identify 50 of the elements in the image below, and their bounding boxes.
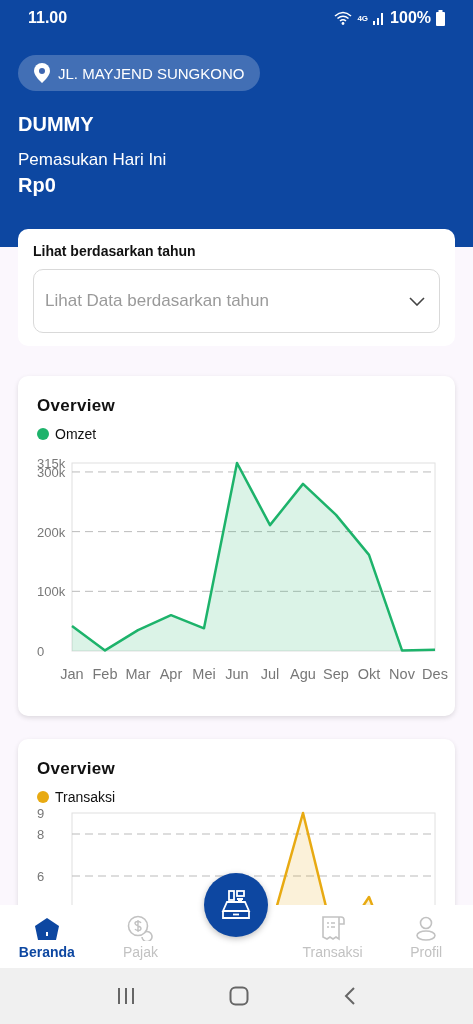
recent-apps-button[interactable] [117,988,136,1004]
axis-label: Okt [357,666,381,682]
legend-label: Omzet [55,426,97,442]
year-dropdown[interactable]: Lihat Data berdasarkan tahun [33,269,440,333]
coin-icon [126,915,155,941]
axis-label: 6 [37,869,45,884]
axis-label: Mar [125,666,151,682]
cash-register-icon [220,889,252,921]
axis-label: 9 [37,806,45,821]
axis-label: Des [422,666,448,682]
chevron-down-icon [409,296,425,306]
battery-icon [436,10,445,26]
income-label: Pemasukan Hari Ini [18,150,168,170]
nav-tab[interactable]: Transaksi [285,915,380,960]
axis-label: Jul [260,666,280,682]
nav-tab[interactable]: Beranda [0,917,94,960]
axis-label: Nov [389,666,415,682]
axis-label: Apr [159,666,183,682]
person-icon [415,916,438,941]
receipt-icon [319,915,346,941]
status-time: 11.00 [28,9,68,27]
filter-label: Lihat berdasarkan tahun [33,243,197,259]
income-value: Rp0 [18,174,57,197]
battery-percent: 100% [390,9,431,27]
nav-tab[interactable]: Profil [379,916,473,960]
axis-label: Feb [92,666,118,682]
wifi-icon [334,11,353,25]
axis-label: Agu [290,666,316,682]
legend-label: Transaksi [55,789,116,805]
axis-label: Jan [60,666,84,682]
axis-label: Mei [192,666,216,682]
store-name: DUMMY [18,113,95,136]
axis-label: 8 [37,827,45,842]
card-title: Overview [37,396,116,416]
home-button[interactable] [229,986,250,1006]
location-pin-icon [34,63,50,83]
network-type: 4G [357,13,369,23]
home-icon [33,917,60,941]
card-title: Overview [37,759,116,779]
axis-label: 0 [37,644,45,659]
nav-tab[interactable]: Pajak [93,915,188,960]
axis-label: Sep [323,666,349,682]
back-button[interactable] [343,987,356,1005]
axis-label: 200k [37,524,66,540]
location-name: JL. MAYJEND SUNGKONO [58,64,245,82]
axis-label: Jun [225,666,249,682]
cashier-button[interactable] [204,873,268,937]
location-chip[interactable]: JL. MAYJEND SUNGKONO [18,55,261,91]
axis-label: 100k [37,584,66,600]
signal-icon [373,11,386,25]
